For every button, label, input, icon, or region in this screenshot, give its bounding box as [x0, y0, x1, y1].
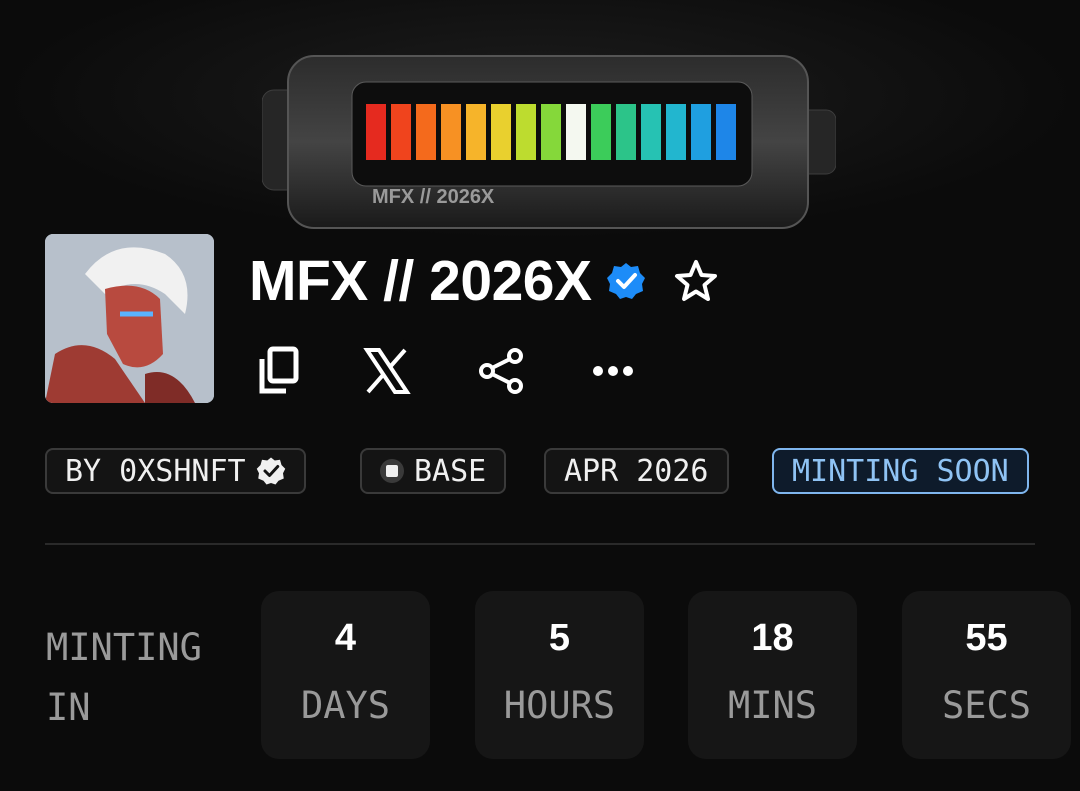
banner-text: MFX // 2026X: [372, 186, 495, 208]
creator-tag[interactable]: BY 0XSHNFT: [45, 448, 306, 494]
collection-banner: MFX // 2026X: [0, 0, 1080, 240]
copy-icon[interactable]: [250, 343, 306, 399]
creator-verified-icon: [256, 457, 285, 485]
banner-capsule-image: MFX // 2026X: [262, 55, 836, 229]
hours-value: 5: [548, 617, 571, 659]
share-icon[interactable]: [473, 343, 529, 399]
date-tag: APR 2026: [544, 448, 729, 494]
status-badge: MINTING SOON: [772, 448, 1029, 494]
chain-tag[interactable]: BASE: [360, 448, 507, 494]
status-label: MINTING SOON: [792, 453, 1009, 489]
mins-unit: MINS: [727, 684, 818, 727]
minting-label-line1: MINTING: [46, 626, 202, 669]
countdown-secs: 55 SECS: [902, 591, 1071, 759]
verified-badge-icon: [606, 261, 646, 301]
countdown-days: 4 DAYS: [261, 591, 430, 759]
collection-tags: BY 0XSHNFT BASE APR 2026 MINTING SOON: [45, 448, 1035, 498]
secs-unit: SECS: [941, 684, 1032, 727]
base-chain-icon: [380, 459, 404, 483]
date-label: APR 2026: [564, 453, 709, 489]
more-icon[interactable]: [585, 343, 641, 399]
creator-label: BY 0XSHNFT: [65, 453, 246, 489]
x-logo-icon[interactable]: [359, 343, 415, 399]
collection-title: MFX // 2026X: [249, 249, 592, 313]
countdown-mins: 18 MINS: [688, 591, 857, 759]
countdown-hours: 5 HOURS: [475, 591, 644, 759]
chain-label: BASE: [414, 453, 487, 489]
section-divider: [45, 543, 1035, 545]
collection-avatar: [45, 234, 214, 403]
days-value: 4: [334, 617, 357, 659]
hours-unit: HOURS: [503, 684, 616, 727]
favorite-star-icon[interactable]: [672, 257, 720, 305]
mins-value: 18: [751, 617, 794, 659]
days-unit: DAYS: [300, 684, 391, 727]
collection-header: MFX // 2026X: [249, 246, 720, 316]
secs-value: 55: [965, 617, 1008, 659]
minting-label-line2: IN: [46, 686, 91, 729]
minting-in-label: MINTING IN: [46, 618, 246, 738]
